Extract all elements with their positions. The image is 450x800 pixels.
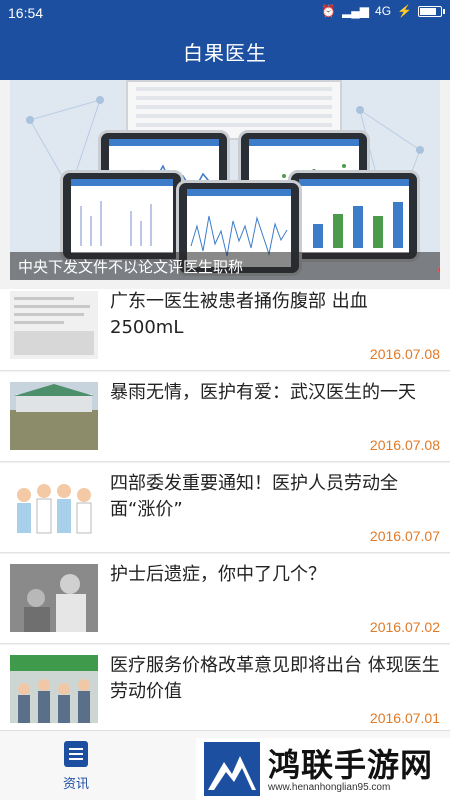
article-title: 广东一医生被患者捅伤腹部 出血2500mL — [110, 291, 368, 338]
article-title: 医疗服务价格改革意见即将出台 体现医生劳动价值 — [110, 655, 440, 702]
watermark: 鸿联手游网 www.henanhonglian95.com — [196, 738, 450, 800]
article-thumbnail — [10, 382, 98, 450]
article-date: 2016.07.01 — [369, 710, 440, 726]
article-thumbnail — [10, 564, 98, 632]
status-bar: 16:54 ⏰ ▂▄▆ 4G ⚡ — [0, 0, 450, 26]
article-thumbnail — [10, 473, 98, 541]
banner-caption: 中央下发文件不以论文评医生职称 — [18, 258, 244, 276]
banner-carousel[interactable]: 中央下发文件不以论文评医生职称 — [10, 80, 440, 280]
alarm-icon: ⏰ — [321, 4, 337, 18]
watermark-logo — [204, 742, 260, 796]
article-date: 2016.07.08 — [369, 437, 440, 453]
article-item[interactable]: 护士后遗症，你中了几个？ 2016.07.02 — [0, 554, 450, 644]
battery-icon — [418, 5, 445, 17]
tablet-image — [60, 170, 184, 262]
tablet-image — [288, 170, 420, 262]
carousel-dot-active[interactable] — [438, 265, 440, 275]
article-item[interactable]: 广东一医生被患者捅伤腹部 出血2500mL 2016.07.08 — [0, 289, 450, 371]
status-icons: ⏰ ▂▄▆ 4G ⚡ — [321, 4, 445, 18]
article-item[interactable]: 暴雨无情，医护有爱：武汉医生的一天 2016.07.08 — [0, 372, 450, 462]
banner-caption-bar: 中央下发文件不以论文评医生职称 — [10, 252, 440, 280]
tab-news[interactable]: 资讯 — [36, 741, 116, 792]
article-thumbnail — [10, 291, 98, 359]
article-item[interactable]: 四部委发重要通知！医护人员劳动全面“涨价” 2016.07.07 — [0, 463, 450, 553]
page-title: 白果医生 — [183, 41, 267, 65]
article-title: 四部委发重要通知！医护人员劳动全面“涨价” — [110, 473, 398, 520]
tab-news-label: 资讯 — [62, 777, 89, 792]
article-thumbnail — [10, 655, 98, 723]
article-date: 2016.07.07 — [369, 528, 440, 544]
article-date: 2016.07.08 — [369, 346, 440, 362]
article-title: 护士后遗症，你中了几个？ — [110, 564, 326, 585]
article-title: 暴雨无情，医护有爱：武汉医生的一天 — [110, 382, 416, 403]
status-time: 16:54 — [8, 5, 44, 21]
article-date: 2016.07.02 — [369, 619, 440, 635]
charging-icon: ⚡ — [397, 4, 412, 18]
watermark-url: www.henanhonglian95.com — [268, 782, 391, 793]
news-icon — [64, 741, 88, 767]
article-item[interactable]: 医疗服务价格改革意见即将出台 体现医生劳动价值 2016.07.01 — [0, 645, 450, 735]
app-header: 白果医生 — [0, 26, 450, 80]
watermark-name: 鸿联手游网 — [268, 746, 434, 784]
network-type: 4G — [375, 4, 392, 18]
signal-icon: ▂▄▆ — [342, 4, 370, 18]
